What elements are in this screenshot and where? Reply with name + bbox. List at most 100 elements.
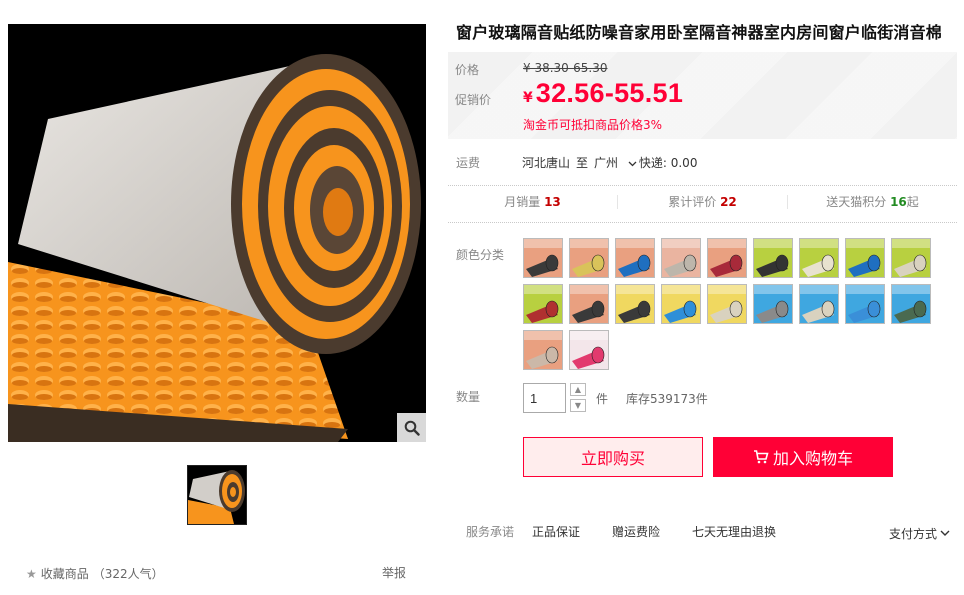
divider bbox=[448, 222, 957, 223]
swatch-thumbnail bbox=[892, 239, 930, 277]
product-title: 窗户玻璃隔音贴纸防噪音家用卧室隔音神器室内房间窗户临街消音棉 bbox=[456, 23, 943, 42]
monthly-sales-label: 月销量 bbox=[504, 195, 541, 209]
tmall-points: 送天猫积分 16起 bbox=[788, 195, 957, 209]
price-label: 价格 bbox=[455, 63, 480, 77]
swatch-thumbnail bbox=[846, 239, 884, 277]
promo-price-label: 促销价 bbox=[455, 93, 492, 107]
promo-price-value: 32.56-55.51 bbox=[535, 78, 684, 108]
color-swatch[interactable] bbox=[753, 238, 793, 278]
quantity-increase-button[interactable]: ▲ bbox=[570, 383, 586, 396]
search-icon bbox=[404, 420, 420, 436]
monthly-sales-value: 13 bbox=[544, 195, 561, 209]
color-swatch[interactable] bbox=[661, 238, 701, 278]
quantity-label: 数量 bbox=[456, 390, 481, 404]
swatch-thumbnail bbox=[570, 331, 608, 369]
swatch-thumbnail bbox=[616, 285, 654, 323]
color-swatch[interactable] bbox=[615, 284, 655, 324]
color-swatch[interactable] bbox=[891, 284, 931, 324]
payment-label: 支付方式 bbox=[889, 527, 938, 541]
currency-symbol: ¥ bbox=[523, 90, 533, 106]
thumbnail-image[interactable] bbox=[187, 465, 247, 525]
promo-price: ¥ 32.56-55.51 bbox=[523, 78, 683, 109]
foam-roll-image bbox=[8, 24, 426, 442]
quantity-decrease-button[interactable]: ▼ bbox=[570, 399, 586, 412]
color-swatch[interactable] bbox=[569, 284, 609, 324]
quantity-input[interactable] bbox=[523, 383, 566, 413]
favorite-label: 收藏商品 bbox=[40, 567, 89, 581]
points-value: 16 bbox=[890, 195, 907, 209]
swatch-thumbnail bbox=[892, 285, 930, 323]
swatch-thumbnail bbox=[524, 331, 562, 369]
buy-now-label: 立即购买 bbox=[580, 449, 645, 468]
monthly-sales: 月销量 13 bbox=[448, 195, 618, 209]
ship-from: 河北唐山 bbox=[522, 156, 571, 170]
swatch-thumbnail bbox=[570, 239, 608, 277]
payment-methods[interactable]: 支付方式 bbox=[889, 525, 950, 542]
service-item[interactable]: 赠运费险 bbox=[612, 523, 660, 540]
swatch-thumbnail bbox=[662, 239, 700, 277]
service-item[interactable]: 正品保证 bbox=[532, 523, 580, 540]
color-swatch[interactable] bbox=[523, 238, 563, 278]
color-swatch[interactable] bbox=[569, 238, 609, 278]
color-swatch-list bbox=[523, 238, 943, 376]
price-panel: 价格 ¥ 38.30-65.30 促销价 ¥ 32.56-55.51 淘金币可抵… bbox=[448, 52, 957, 139]
color-swatch[interactable] bbox=[845, 238, 885, 278]
add-to-cart-button[interactable]: 加入购物车 bbox=[713, 437, 893, 477]
cart-icon bbox=[753, 450, 769, 464]
service-item[interactable]: 七天无理由退换 bbox=[692, 523, 776, 540]
original-price: ¥ 38.30-65.30 bbox=[523, 61, 608, 75]
swatch-thumbnail bbox=[616, 239, 654, 277]
swatch-thumbnail bbox=[708, 239, 746, 277]
chevron-down-icon bbox=[628, 161, 637, 167]
swatch-thumbnail bbox=[570, 285, 608, 323]
color-swatch[interactable] bbox=[707, 238, 747, 278]
ship-destination: 广州 bbox=[594, 156, 619, 170]
chevron-down-icon bbox=[940, 530, 950, 536]
swatch-thumbnail bbox=[754, 239, 792, 277]
stock-count: 库存539173件 bbox=[626, 392, 708, 406]
main-product-image[interactable] bbox=[8, 24, 426, 442]
reviews-value: 22 bbox=[720, 195, 737, 209]
color-swatch[interactable] bbox=[523, 330, 563, 370]
ship-destination-select[interactable]: 广州 bbox=[594, 154, 637, 171]
zoom-button[interactable] bbox=[397, 413, 426, 442]
star-icon: ★ bbox=[26, 566, 37, 581]
swatch-thumbnail bbox=[524, 285, 562, 323]
foam-roll-thumbnail bbox=[188, 466, 246, 524]
buy-now-button[interactable]: 立即购买 bbox=[523, 437, 703, 477]
color-swatch[interactable] bbox=[753, 284, 793, 324]
color-swatch[interactable] bbox=[799, 238, 839, 278]
color-swatch[interactable] bbox=[523, 284, 563, 324]
swatch-thumbnail bbox=[800, 285, 838, 323]
color-swatch[interactable] bbox=[707, 284, 747, 324]
favorite-product[interactable]: ★ 收藏商品 （322人气） bbox=[26, 565, 164, 582]
service-promises: 服务承诺 正品保证 赠运费险 七天无理由退换 bbox=[466, 523, 776, 540]
service-label: 服务承诺 bbox=[466, 525, 515, 539]
swatch-thumbnail bbox=[754, 285, 792, 323]
color-swatch[interactable] bbox=[799, 284, 839, 324]
ship-to-word: 至 bbox=[576, 156, 589, 170]
total-reviews[interactable]: 累计评价 22 bbox=[618, 195, 788, 209]
color-swatch[interactable] bbox=[845, 284, 885, 324]
popularity-count: （322人气） bbox=[92, 567, 164, 581]
swatch-thumbnail bbox=[524, 239, 562, 277]
swatch-thumbnail bbox=[662, 285, 700, 323]
swatch-thumbnail bbox=[846, 285, 884, 323]
color-category-label: 颜色分类 bbox=[456, 248, 505, 262]
color-swatch[interactable] bbox=[569, 330, 609, 370]
add-to-cart-label: 加入购物车 bbox=[772, 449, 853, 468]
express-fee: 快递: 0.00 bbox=[638, 156, 698, 170]
swatch-thumbnail bbox=[708, 285, 746, 323]
swatch-thumbnail bbox=[800, 239, 838, 277]
points-suffix: 起 bbox=[906, 195, 919, 209]
color-swatch[interactable] bbox=[661, 284, 701, 324]
shipping-row: 运费 河北唐山 至 广州 快递: 0.00 bbox=[456, 154, 703, 171]
caret-down-icon: ▼ bbox=[574, 401, 582, 410]
reviews-label: 累计评价 bbox=[668, 195, 717, 209]
color-swatch[interactable] bbox=[891, 238, 931, 278]
points-label: 送天猫积分 bbox=[826, 195, 887, 209]
quantity-unit: 件 bbox=[596, 392, 609, 406]
coin-discount-note: 淘金币可抵扣商品价格3% bbox=[523, 118, 663, 132]
report-link[interactable]: 举报 bbox=[382, 564, 406, 581]
color-swatch[interactable] bbox=[615, 238, 655, 278]
